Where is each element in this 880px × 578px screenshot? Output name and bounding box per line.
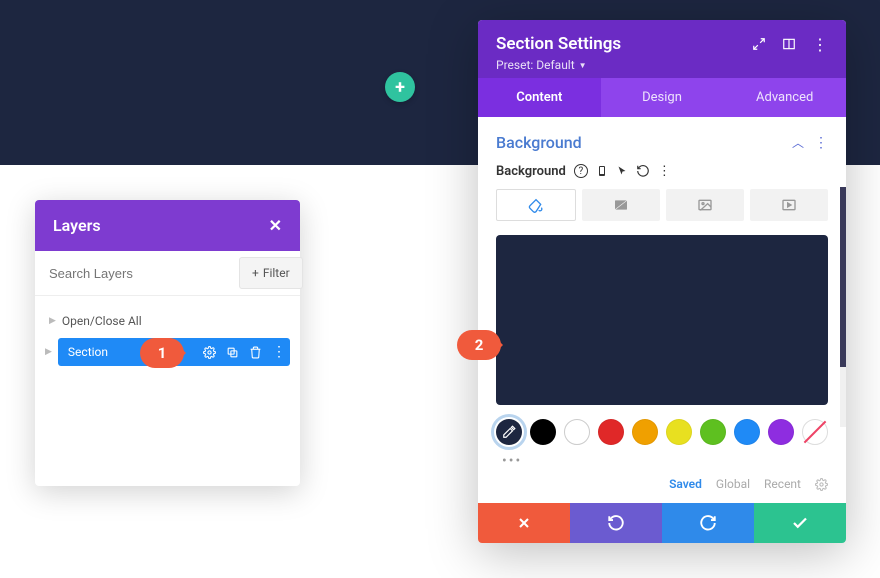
swatch-green[interactable] <box>700 419 726 445</box>
section-heading: Background <box>496 133 582 152</box>
settings-body: Background ︿ ⋮ Background ? ⋮ <box>478 117 846 503</box>
duplicate-icon[interactable] <box>226 346 239 359</box>
close-icon[interactable]: ✕ <box>269 216 282 235</box>
layers-header: Layers ✕ <box>35 200 300 251</box>
add-section-button[interactable]: + <box>385 72 415 102</box>
layers-search-row: + Filter <box>35 251 300 296</box>
section-heading-row: Background ︿ ⋮ <box>496 129 828 164</box>
annotation-1: 1 <box>140 338 184 368</box>
chevron-up-icon[interactable]: ︿ <box>792 134 804 151</box>
background-preview[interactable] <box>496 235 828 405</box>
more-icon[interactable]: ⋮ <box>658 164 671 179</box>
columns-icon[interactable] <box>782 37 796 51</box>
chevron-down-icon: ▼ <box>579 61 587 70</box>
filter-button[interactable]: + Filter <box>239 257 303 289</box>
tri-icon[interactable]: ▶ <box>45 347 52 357</box>
plus-icon: + <box>252 266 259 280</box>
swatch-white[interactable] <box>564 419 590 445</box>
filter-global[interactable]: Global <box>716 477 750 491</box>
preset-label: Preset: Default <box>496 58 575 72</box>
color-swatches <box>496 419 828 445</box>
open-close-label: Open/Close All <box>62 314 142 328</box>
scrollbar-thumb[interactable] <box>840 187 846 367</box>
phone-icon[interactable] <box>596 164 608 179</box>
tab-advanced[interactable]: Advanced <box>723 78 846 117</box>
bg-type-tabs <box>496 189 828 221</box>
tri-icon: ▶ <box>49 316 56 326</box>
filter-recent[interactable]: Recent <box>764 477 801 491</box>
preset-selector[interactable]: Preset: Default ▼ <box>496 58 828 72</box>
filter-saved[interactable]: Saved <box>669 477 702 491</box>
color-picker-swatch[interactable] <box>496 419 522 445</box>
layers-body: ▶ Open/Close All ▶ Section ⋮ <box>35 296 300 486</box>
settings-title: Section Settings <box>496 34 621 54</box>
reset-icon[interactable] <box>636 164 650 179</box>
bg-type-gradient[interactable] <box>582 189 660 221</box>
tab-design[interactable]: Design <box>601 78 724 117</box>
swatch-orange[interactable] <box>632 419 658 445</box>
layers-title: Layers <box>53 216 101 235</box>
bg-type-image[interactable] <box>666 189 744 221</box>
filter-label: Filter <box>263 266 290 280</box>
swatch-black[interactable] <box>530 419 556 445</box>
swatch-red[interactable] <box>598 419 624 445</box>
gear-icon[interactable] <box>815 478 828 491</box>
annotation-2: 2 <box>457 330 501 360</box>
scrollbar-track[interactable] <box>840 187 846 427</box>
section-actions: ⋮ <box>203 338 286 366</box>
bg-label-row: Background ? ⋮ <box>496 164 828 179</box>
search-input[interactable] <box>35 254 239 293</box>
more-icon[interactable]: ⋮ <box>812 35 828 54</box>
bg-type-color[interactable] <box>496 189 576 221</box>
settings-footer <box>478 503 846 543</box>
header-icons: ⋮ <box>752 35 828 54</box>
trash-icon[interactable] <box>249 346 262 359</box>
help-icon[interactable]: ? <box>574 164 588 178</box>
section-label: Section <box>68 345 108 359</box>
swatch-blue[interactable] <box>734 419 760 445</box>
settings-tabs: Content Design Advanced <box>478 78 846 117</box>
redo-button[interactable] <box>662 503 754 543</box>
swatch-purple[interactable] <box>768 419 794 445</box>
swatch-filter-row: Saved Global Recent <box>496 475 828 495</box>
undo-button[interactable] <box>570 503 662 543</box>
open-close-all[interactable]: ▶ Open/Close All <box>45 310 290 338</box>
gear-icon[interactable] <box>203 346 216 359</box>
hover-icon[interactable] <box>616 164 628 179</box>
swatch-yellow[interactable] <box>666 419 692 445</box>
save-button[interactable] <box>754 503 846 543</box>
more-swatches-icon[interactable]: ••• <box>502 453 828 469</box>
cancel-button[interactable] <box>478 503 570 543</box>
tab-content[interactable]: Content <box>478 78 601 117</box>
bg-label: Background <box>496 164 566 179</box>
expand-icon[interactable] <box>752 37 766 51</box>
more-icon[interactable]: ⋮ <box>814 135 828 151</box>
settings-header: Section Settings ⋮ Preset: Default ▼ <box>478 20 846 78</box>
more-icon[interactable]: ⋮ <box>272 345 286 359</box>
swatch-none[interactable] <box>802 419 828 445</box>
settings-panel: Section Settings ⋮ Preset: Default ▼ Con… <box>478 20 846 543</box>
bg-type-video[interactable] <box>750 189 828 221</box>
